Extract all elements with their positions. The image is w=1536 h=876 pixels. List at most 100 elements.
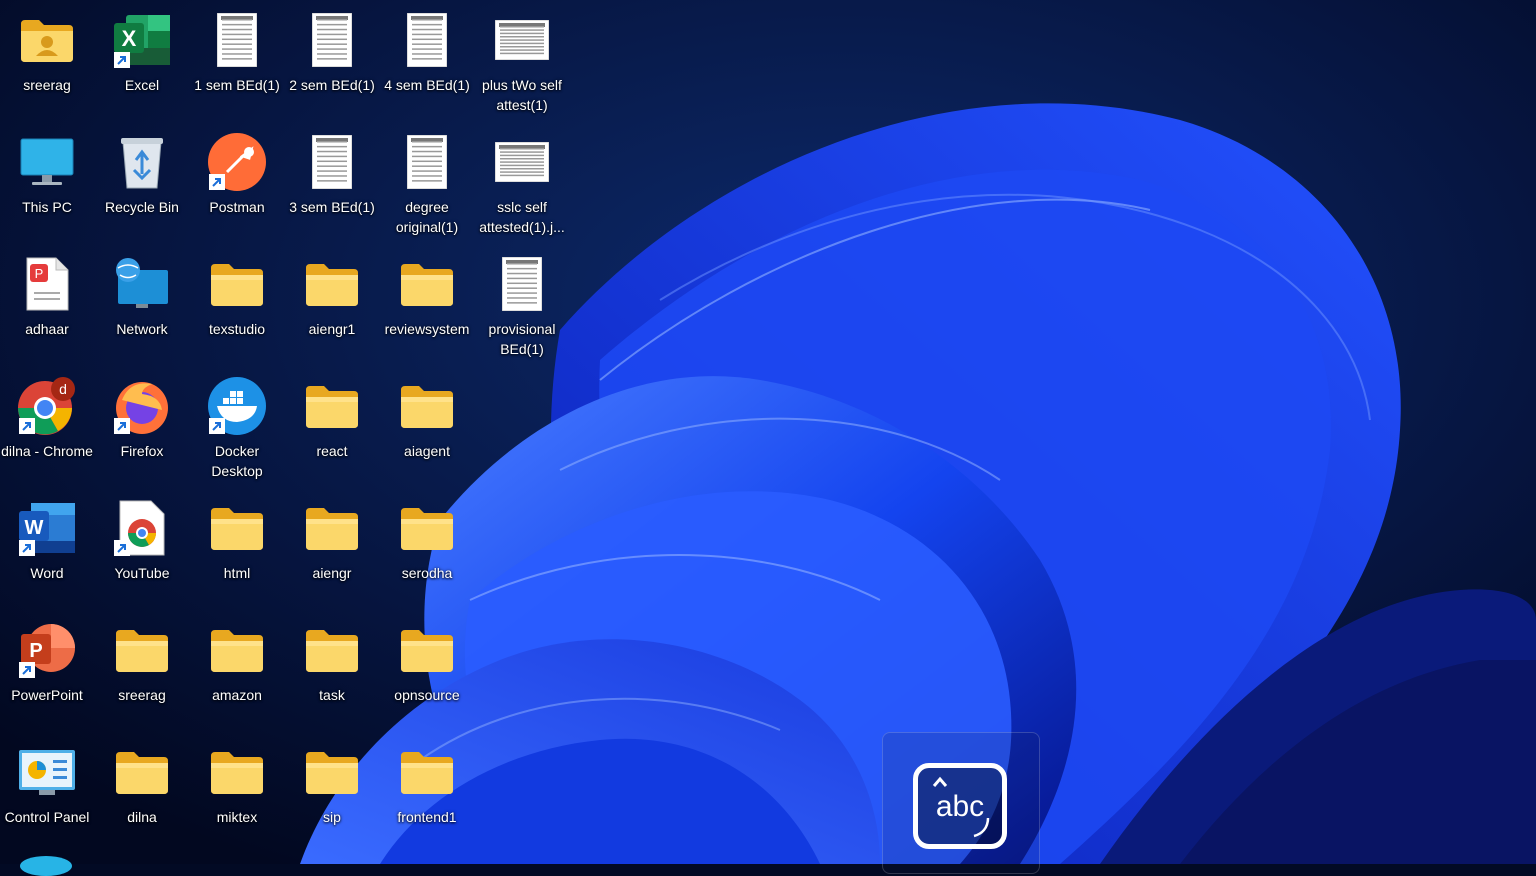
desktop-icon-label: plus tWo self attest(1) xyxy=(482,77,562,113)
folder-icon xyxy=(300,376,364,436)
desktop-icon-sslc-self-attested-1-j[interactable]: sslc self attested(1).j... xyxy=(476,126,568,244)
desktop-icon-label: Recycle Bin xyxy=(105,199,179,215)
partial-desktop-icon[interactable] xyxy=(20,856,72,876)
folder-icon xyxy=(110,742,174,802)
desktop-icon-label: 2 sem BEd(1) xyxy=(289,77,375,93)
folder-icon xyxy=(300,742,364,802)
desktop-icon-area: sreerag X Excel 1 sem BEd(1) 2 sem BEd(1) 4 s… xyxy=(0,0,1536,864)
desktop-icon-excel[interactable]: X Excel xyxy=(96,4,188,122)
desktop-icon-label: task xyxy=(319,687,345,703)
desktop-icon-aiagent[interactable]: aiagent xyxy=(381,370,473,488)
desktop-icon-label: PowerPoint xyxy=(11,687,83,703)
document-thumbnail-icon xyxy=(490,254,554,314)
document-thumbnail-icon xyxy=(490,132,554,192)
desktop-icon-task[interactable]: task xyxy=(286,614,378,732)
desktop-icon-label: texstudio xyxy=(208,321,266,337)
desktop-icon-label: adhaar xyxy=(25,321,69,337)
desktop-icon-this-pc[interactable]: This PC xyxy=(1,126,93,244)
desktop-icon-4-sem-bed-1[interactable]: 4 sem BEd(1) xyxy=(381,4,473,122)
recycle-bin-icon xyxy=(110,132,174,192)
svg-text:P: P xyxy=(29,640,42,662)
desktop-icon-network[interactable]: Network xyxy=(96,248,188,366)
desktop-icon-serodha[interactable]: serodha xyxy=(381,492,473,610)
svg-text:d: d xyxy=(59,381,67,397)
folder-icon xyxy=(205,254,269,314)
desktop-icon-frontend1[interactable]: frontend1 xyxy=(381,736,473,854)
desktop-icon-control-panel[interactable]: Control Panel xyxy=(1,736,93,854)
desktop-icon-label: YouTube xyxy=(114,565,170,581)
monitor-icon xyxy=(15,132,79,192)
folder-icon xyxy=(395,620,459,680)
desktop-icon-postman[interactable]: Postman xyxy=(191,126,283,244)
desktop-icon-docker-desktop[interactable]: Docker Desktop xyxy=(191,370,283,488)
desktop-icon-label: amazon xyxy=(212,687,262,703)
desktop-icon-miktex[interactable]: miktex xyxy=(191,736,283,854)
folder-icon xyxy=(300,498,364,558)
desktop-icon-dilna[interactable]: dilna xyxy=(96,736,188,854)
desktop-icon-label: 1 sem BEd(1) xyxy=(194,77,280,93)
chrome-app-icon xyxy=(110,498,174,558)
desktop-icon-label: sip xyxy=(323,809,341,825)
folder-icon xyxy=(300,254,364,314)
desktop-icon-label: 3 sem BEd(1) xyxy=(289,199,375,215)
desktop-icon-html[interactable]: html xyxy=(191,492,283,610)
folder-icon xyxy=(395,498,459,558)
document-thumbnail-icon xyxy=(300,132,364,192)
desktop-icon-label: sslc self attested(1).j... xyxy=(479,199,565,235)
desktop-icon-firefox[interactable]: Firefox xyxy=(96,370,188,488)
keyboard-ime-icon[interactable]: abc xyxy=(913,763,1007,849)
desktop-icon-amazon[interactable]: amazon xyxy=(191,614,283,732)
desktop-icon-sreerag[interactable]: sreerag xyxy=(1,4,93,122)
desktop-icon-label: aiengr xyxy=(312,565,352,581)
folder-icon xyxy=(300,620,364,680)
desktop-icon-label: Network xyxy=(116,321,168,337)
desktop-icon-label: serodha xyxy=(401,565,453,581)
excel-icon: X xyxy=(110,10,174,70)
desktop-icon-label: react xyxy=(316,443,348,459)
desktop-icon-label: html xyxy=(223,565,251,581)
svg-text:P: P xyxy=(35,266,44,281)
network-icon xyxy=(110,254,174,314)
desktop-icon-label: Docker Desktop xyxy=(211,443,263,479)
desktop-icon-dilna-chrome[interactable]: d dilna - Chrome xyxy=(1,370,93,488)
word-icon: W xyxy=(15,498,79,558)
desktop-icon-label: sreerag xyxy=(23,77,71,93)
desktop-icon-provisional-bed-1[interactable]: provisional BEd(1) xyxy=(476,248,568,366)
desktop-icon-word[interactable]: W Word xyxy=(1,492,93,610)
ime-text: abc xyxy=(935,790,985,823)
desktop-icon-label: frontend1 xyxy=(397,809,457,825)
svg-text:X: X xyxy=(122,26,137,51)
desktop-icon-2-sem-bed-1[interactable]: 2 sem BEd(1) xyxy=(286,4,378,122)
desktop-icon-react[interactable]: react xyxy=(286,370,378,488)
desktop-icon-reviewsystem[interactable]: reviewsystem xyxy=(381,248,473,366)
desktop-icon-aiengr[interactable]: aiengr xyxy=(286,492,378,610)
firefox-icon xyxy=(110,376,174,436)
document-thumbnail-icon xyxy=(300,10,364,70)
chrome-profile-icon: d xyxy=(15,376,79,436)
desktop-icon-plus-two-self-attest-1[interactable]: plus tWo self attest(1) xyxy=(476,4,568,122)
desktop-icon-aiengr1[interactable]: aiengr1 xyxy=(286,248,378,366)
desktop-icon-sreerag[interactable]: sreerag xyxy=(96,614,188,732)
desktop-icon-sip[interactable]: sip xyxy=(286,736,378,854)
desktop-icon-degree-original-1[interactable]: degree original(1) xyxy=(381,126,473,244)
desktop-icon-label: sreerag xyxy=(118,687,166,703)
folder-icon xyxy=(205,620,269,680)
desktop-icon-label: Control Panel xyxy=(4,809,90,825)
desktop-icon-label: reviewsystem xyxy=(384,321,470,337)
docker-icon xyxy=(205,376,269,436)
desktop-icon-youtube[interactable]: YouTube xyxy=(96,492,188,610)
ime-indicator-panel[interactable]: abc xyxy=(882,732,1040,874)
desktop-icon-texstudio[interactable]: texstudio xyxy=(191,248,283,366)
desktop-icon-label: dilna - Chrome xyxy=(1,443,93,459)
desktop-icon-3-sem-bed-1[interactable]: 3 sem BEd(1) xyxy=(286,126,378,244)
folder-icon xyxy=(395,742,459,802)
folder-icon xyxy=(395,254,459,314)
desktop-icon-adhaar[interactable]: Padhaar xyxy=(1,248,93,366)
desktop-icon-1-sem-bed-1[interactable]: 1 sem BEd(1) xyxy=(191,4,283,122)
desktop-icon-label: dilna xyxy=(127,809,157,825)
desktop-icon-label: Firefox xyxy=(120,443,164,459)
desktop-icon-powerpoint[interactable]: P PowerPoint xyxy=(1,614,93,732)
desktop-icon-recycle-bin[interactable]: Recycle Bin xyxy=(96,126,188,244)
desktop-icon-opnsource[interactable]: opnsource xyxy=(381,614,473,732)
desktop-icon-label: Excel xyxy=(124,77,160,93)
